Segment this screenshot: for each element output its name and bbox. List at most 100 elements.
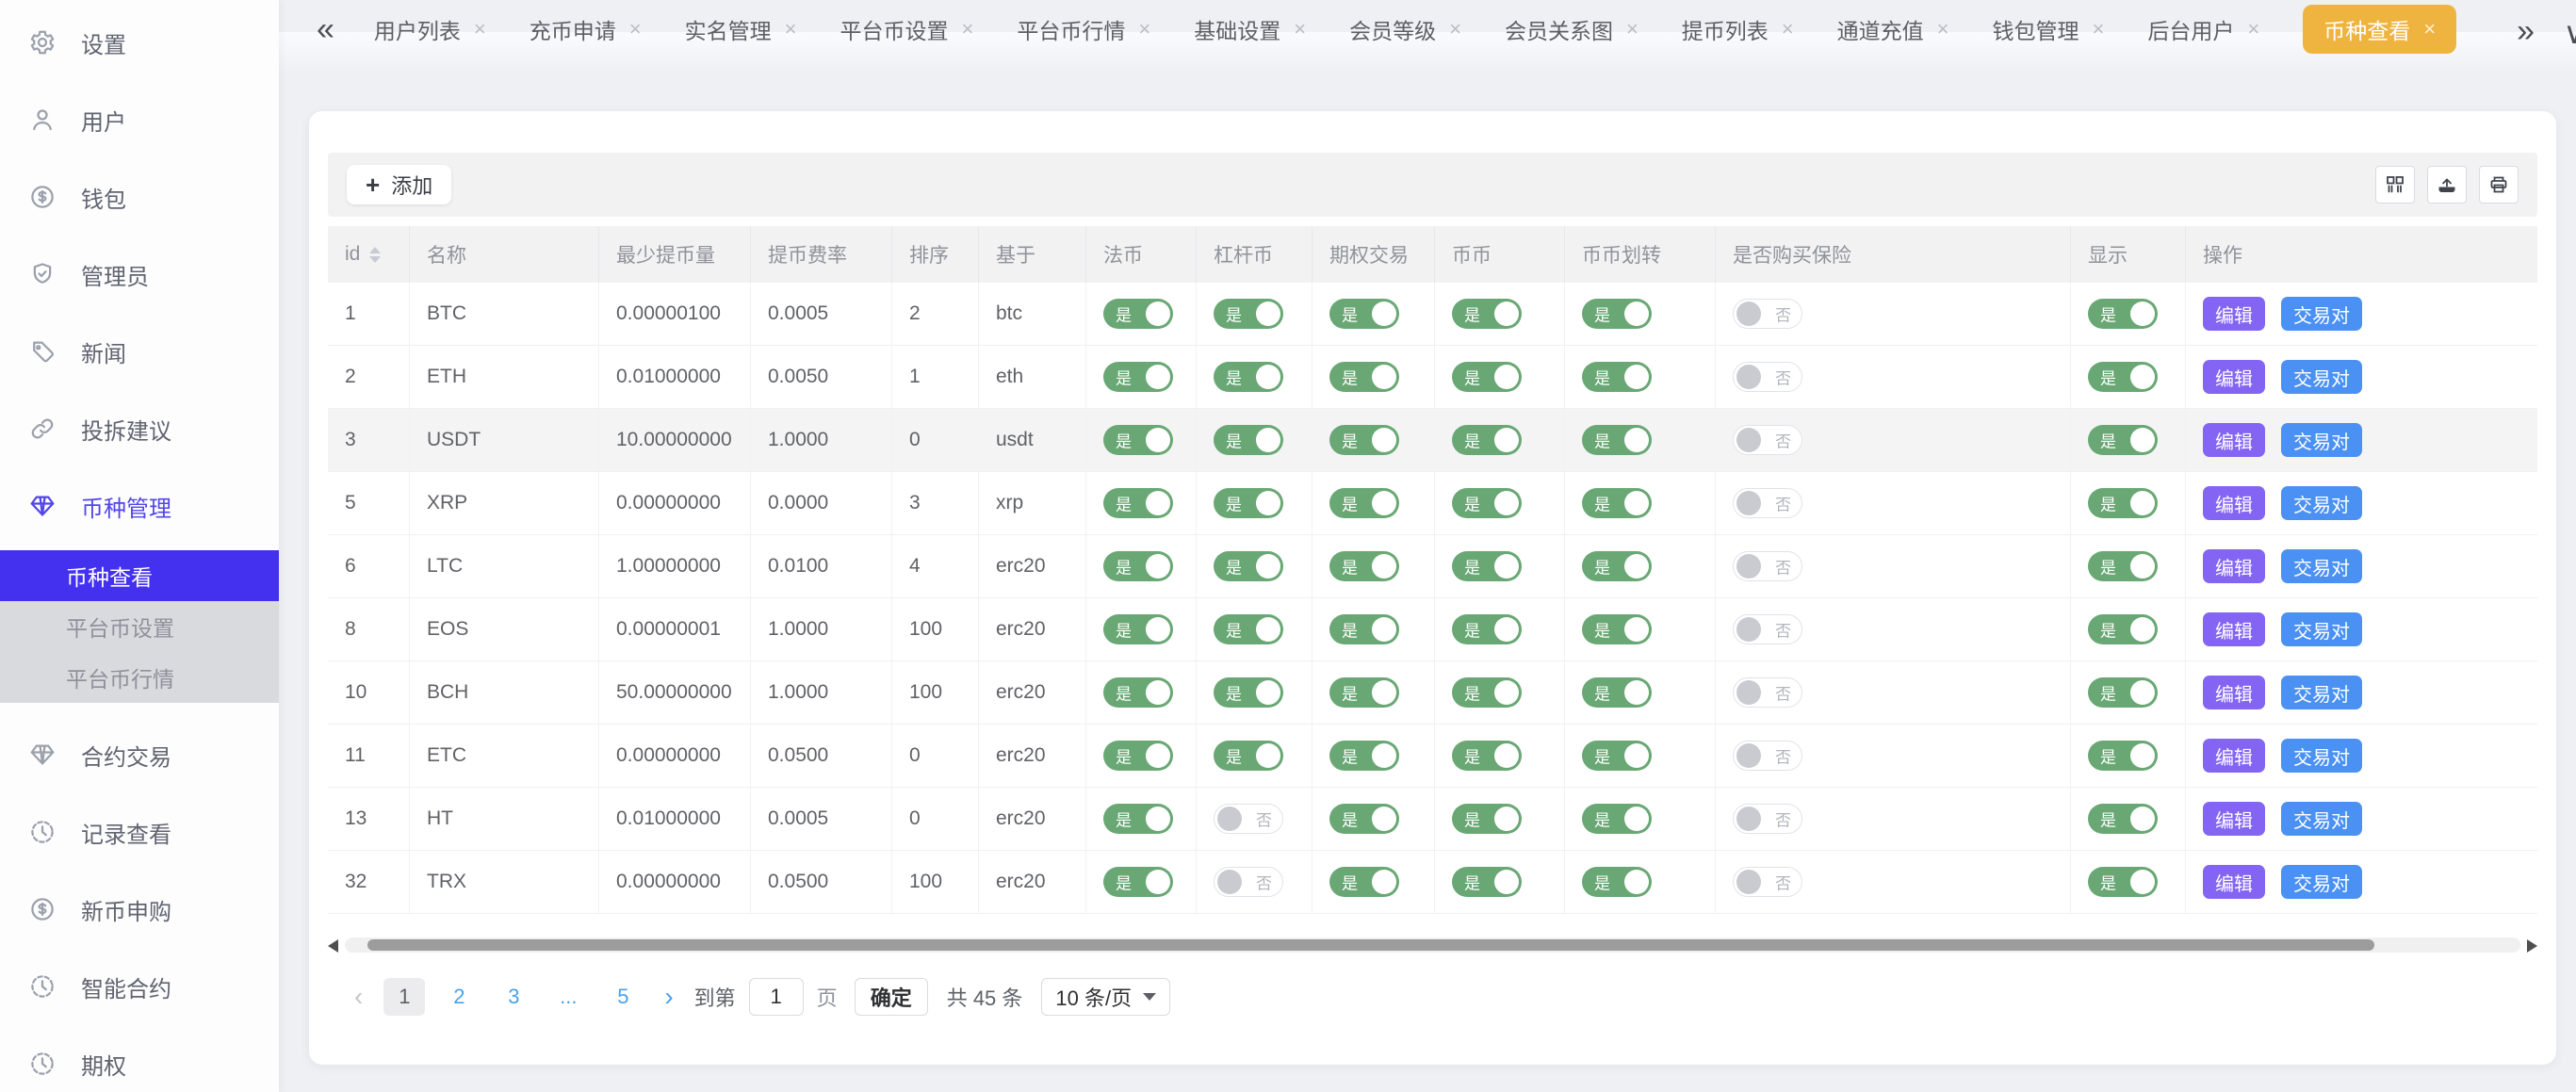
trading-pair-button[interactable]: 交易对 — [2281, 549, 2362, 583]
trading-pair-button[interactable]: 交易对 — [2281, 802, 2362, 836]
page-number-2[interactable]: 2 — [438, 978, 480, 1016]
sidebar-item-wallet[interactable]: 钱包 — [0, 158, 279, 236]
leverage-toggle[interactable]: 是 — [1214, 488, 1283, 518]
insurance-toggle[interactable]: 否 — [1733, 614, 1802, 644]
tabs-more-icon[interactable]: ∨ — [2564, 15, 2576, 51]
fiat-toggle[interactable]: 是 — [1103, 425, 1173, 455]
next-page-icon[interactable]: › — [664, 982, 673, 1012]
transfer-toggle[interactable]: 是 — [1582, 867, 1652, 897]
tabs-collapse-icon[interactable]: « — [317, 11, 334, 48]
transfer-toggle[interactable]: 是 — [1582, 804, 1652, 834]
option-toggle[interactable]: 是 — [1329, 299, 1399, 329]
trading-pair-button[interactable]: 交易对 — [2281, 612, 2362, 646]
leverage-toggle[interactable]: 否 — [1214, 804, 1283, 834]
fiat-toggle[interactable]: 是 — [1103, 677, 1173, 708]
option-toggle[interactable]: 是 — [1329, 867, 1399, 897]
leverage-toggle[interactable]: 否 — [1214, 867, 1283, 897]
coin-toggle[interactable]: 是 — [1452, 425, 1522, 455]
confirm-button[interactable]: 确定 — [855, 978, 928, 1016]
page-size-select[interactable]: 10 条/页 — [1041, 978, 1170, 1016]
coin-toggle[interactable]: 是 — [1452, 551, 1522, 581]
sidebar-item-user[interactable]: 用户 — [0, 81, 279, 158]
tab-close-icon[interactable]: × — [962, 17, 974, 41]
sidebar-item-contract-trade[interactable]: 合约交易 — [0, 716, 279, 793]
trading-pair-button[interactable]: 交易对 — [2281, 739, 2362, 773]
tab-close-icon[interactable]: × — [1626, 17, 1639, 41]
sidebar-subitem-coin-view[interactable]: 币种查看 — [0, 550, 279, 601]
edit-button[interactable]: 编辑 — [2203, 865, 2265, 899]
show-toggle[interactable]: 是 — [2088, 551, 2158, 581]
tab-close-icon[interactable]: × — [2093, 17, 2105, 41]
show-toggle[interactable]: 是 — [2088, 677, 2158, 708]
show-toggle[interactable]: 是 — [2088, 299, 2158, 329]
tab-user-list[interactable]: 用户列表× — [374, 13, 486, 45]
coin-toggle[interactable]: 是 — [1452, 362, 1522, 392]
option-toggle[interactable]: 是 — [1329, 677, 1399, 708]
scroll-right-arrow-icon[interactable] — [2527, 939, 2537, 953]
prev-page-icon[interactable]: ‹ — [354, 982, 363, 1012]
insurance-toggle[interactable]: 否 — [1733, 804, 1802, 834]
fiat-toggle[interactable]: 是 — [1103, 551, 1173, 581]
fiat-toggle[interactable]: 是 — [1103, 362, 1173, 392]
insurance-toggle[interactable]: 否 — [1733, 299, 1802, 329]
show-toggle[interactable]: 是 — [2088, 804, 2158, 834]
coin-toggle[interactable]: 是 — [1452, 614, 1522, 644]
tab-platform-coin-set[interactable]: 平台币设置× — [840, 13, 974, 45]
option-toggle[interactable]: 是 — [1329, 741, 1399, 771]
fiat-toggle[interactable]: 是 — [1103, 488, 1173, 518]
option-toggle[interactable]: 是 — [1329, 551, 1399, 581]
tab-wallet-manage[interactable]: 钱包管理× — [1993, 13, 2105, 45]
tab-member-level[interactable]: 会员等级× — [1349, 13, 1461, 45]
leverage-toggle[interactable]: 是 — [1214, 299, 1283, 329]
sidebar-item-feedback[interactable]: 投拆建议 — [0, 390, 279, 467]
scroll-left-arrow-icon[interactable] — [328, 939, 338, 953]
show-toggle[interactable]: 是 — [2088, 741, 2158, 771]
transfer-toggle[interactable]: 是 — [1582, 425, 1652, 455]
edit-button[interactable]: 编辑 — [2203, 549, 2265, 583]
leverage-toggle[interactable]: 是 — [1214, 677, 1283, 708]
transfer-toggle[interactable]: 是 — [1582, 741, 1652, 771]
option-toggle[interactable]: 是 — [1329, 804, 1399, 834]
tab-member-graph[interactable]: 会员关系图× — [1505, 13, 1639, 45]
edit-button[interactable]: 编辑 — [2203, 360, 2265, 394]
sidebar-item-record-view[interactable]: 记录查看 — [0, 793, 279, 871]
coin-toggle[interactable]: 是 — [1452, 741, 1522, 771]
transfer-toggle[interactable]: 是 — [1582, 299, 1652, 329]
transfer-toggle[interactable]: 是 — [1582, 362, 1652, 392]
edit-button[interactable]: 编辑 — [2203, 297, 2265, 331]
scrollbar-track[interactable] — [345, 937, 2520, 953]
tab-close-icon[interactable]: × — [1937, 17, 1949, 41]
trading-pair-button[interactable]: 交易对 — [2281, 676, 2362, 709]
transfer-toggle[interactable]: 是 — [1582, 551, 1652, 581]
trading-pair-button[interactable]: 交易对 — [2281, 423, 2362, 457]
page-number-5[interactable]: 5 — [602, 978, 644, 1016]
tab-coin-view[interactable]: 币种查看× — [2303, 5, 2456, 54]
sidebar-subitem-platform-coin-quote[interactable]: 平台币行情 — [0, 652, 279, 703]
page-number-3[interactable]: 3 — [493, 978, 534, 1016]
trading-pair-button[interactable]: 交易对 — [2281, 297, 2362, 331]
page-number-1[interactable]: 1 — [383, 978, 425, 1016]
insurance-toggle[interactable]: 否 — [1733, 867, 1802, 897]
insurance-toggle[interactable]: 否 — [1733, 677, 1802, 708]
show-toggle[interactable]: 是 — [2088, 867, 2158, 897]
tab-backend-user[interactable]: 后台用户× — [2147, 13, 2259, 45]
option-toggle[interactable]: 是 — [1329, 614, 1399, 644]
coin-toggle[interactable]: 是 — [1452, 804, 1522, 834]
coin-toggle[interactable]: 是 — [1452, 677, 1522, 708]
coin-toggle[interactable]: 是 — [1452, 867, 1522, 897]
tab-close-icon[interactable]: × — [1294, 17, 1306, 41]
show-toggle[interactable]: 是 — [2088, 425, 2158, 455]
option-toggle[interactable]: 是 — [1329, 425, 1399, 455]
sidebar-item-smart-contract[interactable]: 智能合约 — [0, 948, 279, 1025]
tabs-expand-icon[interactable]: » — [2517, 13, 2535, 50]
sidebar-item-coin-manage[interactable]: 币种管理 — [0, 467, 279, 545]
edit-button[interactable]: 编辑 — [2203, 739, 2265, 773]
leverage-toggle[interactable]: 是 — [1214, 425, 1283, 455]
tab-close-icon[interactable]: × — [785, 17, 797, 41]
tab-close-icon[interactable]: × — [629, 17, 642, 41]
insurance-toggle[interactable]: 否 — [1733, 551, 1802, 581]
tab-close-icon[interactable]: × — [2247, 17, 2259, 41]
leverage-toggle[interactable]: 是 — [1214, 551, 1283, 581]
tab-close-icon[interactable]: × — [1782, 17, 1794, 41]
option-toggle[interactable]: 是 — [1329, 362, 1399, 392]
